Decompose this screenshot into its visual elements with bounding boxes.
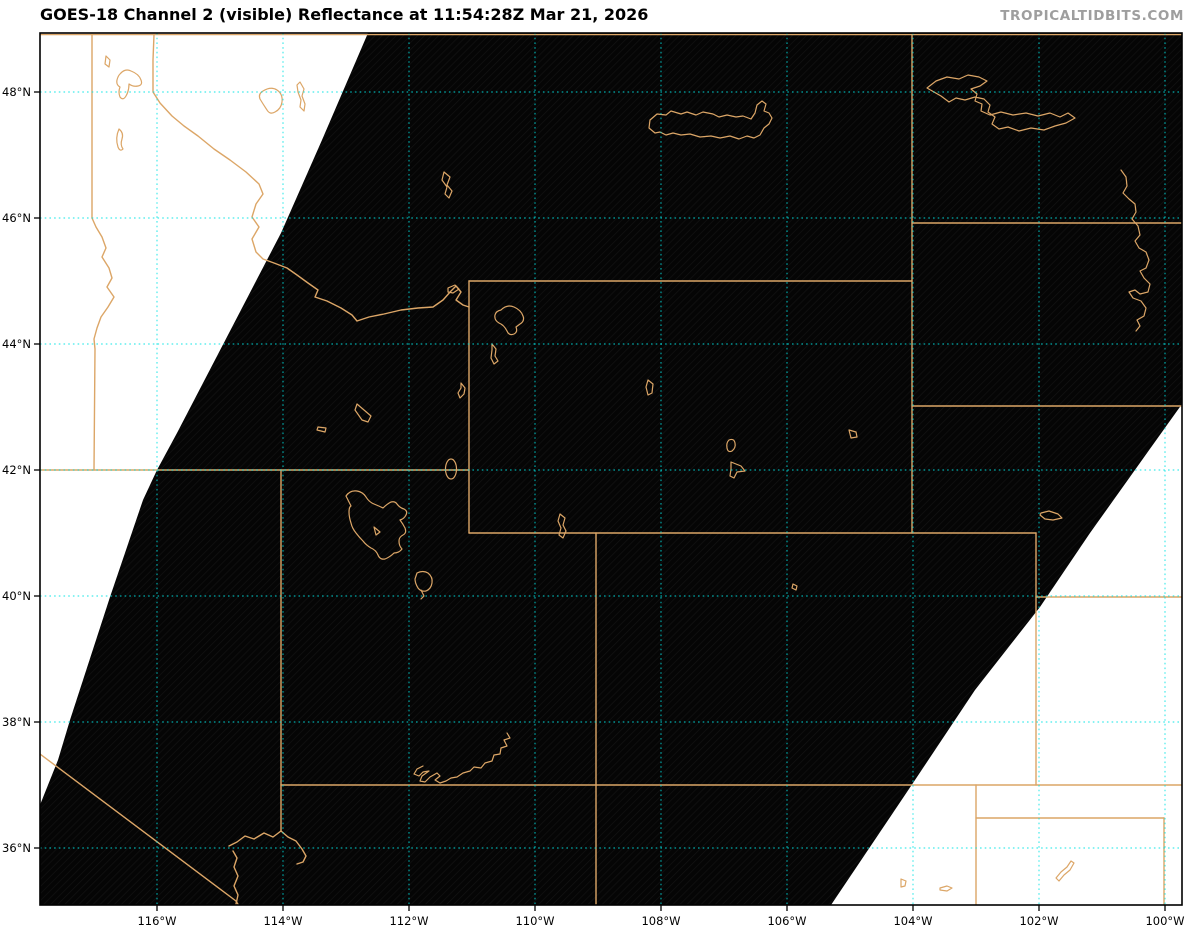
lon-label-108w: 108°W: [641, 914, 680, 928]
lon-label-110w: 110°W: [515, 914, 554, 928]
lat-label-46n: 46°N: [2, 211, 31, 225]
goes-satellite-map-page: { "header": { "title": "GOES-18 Channel …: [0, 0, 1200, 929]
lat-label-38n: 38°N: [2, 715, 31, 729]
lat-label-48n: 48°N: [2, 85, 31, 99]
lon-label-100w: 100°W: [1145, 914, 1184, 928]
lat-label-40n: 40°N: [2, 589, 31, 603]
lat-label-44n: 44°N: [2, 337, 31, 351]
satellite-map-canvas: 48°N 46°N 44°N 42°N 40°N 38°N 36°N 116°W…: [2, 32, 1185, 928]
lat-label-42n: 42°N: [2, 463, 31, 477]
lon-label-102w: 102°W: [1019, 914, 1058, 928]
lon-label-114w: 114°W: [263, 914, 302, 928]
lon-label-106w: 106°W: [767, 914, 806, 928]
lon-label-104w: 104°W: [893, 914, 932, 928]
lon-label-116w: 116°W: [137, 914, 176, 928]
lon-label-112w: 112°W: [389, 914, 428, 928]
lat-label-36n: 36°N: [2, 841, 31, 855]
